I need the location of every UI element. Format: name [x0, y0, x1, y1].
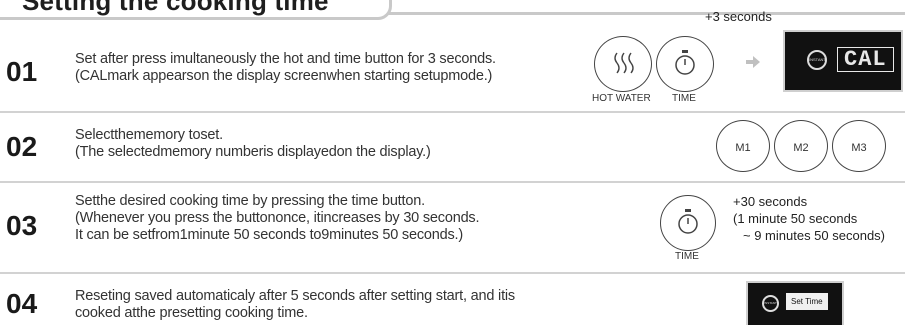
instant-badge-icon: INSTANT: [807, 50, 827, 70]
cal-display: INSTANT CAL: [783, 30, 903, 92]
step3-text: Setthe desired cooking time by pressing …: [75, 193, 480, 244]
step1-hint: +3 seconds: [705, 9, 772, 24]
row-divider-2: [0, 181, 905, 183]
memory-button-m1-label: M1: [735, 142, 751, 154]
set-time-display-text: Set Time: [786, 293, 828, 310]
step3-number: 03: [6, 210, 38, 241]
step1-text: Set after press imultaneously the hot an…: [75, 51, 496, 85]
row-divider-3: [0, 272, 905, 274]
hot-water-label: HOT WATER: [592, 93, 651, 104]
step3-line-3: It can be setfrom1minute 50 seconds to9m…: [75, 227, 463, 243]
stopwatch-icon: [673, 49, 697, 77]
memory-button-m1[interactable]: M1: [716, 120, 770, 172]
arrow-right-icon: [746, 56, 760, 68]
time-button[interactable]: [656, 36, 714, 92]
step4-line-1: Reseting saved automaticaly after 5 seco…: [75, 288, 515, 304]
section-title: Setting the cooking time: [22, 0, 329, 16]
row-divider-1: [0, 111, 905, 113]
step2-line-1: Selectthememory toset.: [75, 127, 223, 143]
hot-water-button[interactable]: [594, 36, 652, 92]
time-label: TIME: [672, 93, 696, 104]
time-label-step3: TIME: [675, 251, 699, 262]
memory-button-m3-label: M3: [851, 142, 867, 154]
step1-line-1: Set after press imultaneously the hot an…: [75, 51, 496, 67]
stopwatch-icon: [676, 208, 700, 236]
time-button-step3[interactable]: [660, 195, 716, 251]
steam-icon: [612, 51, 636, 77]
memory-button-m2-label: M2: [793, 142, 809, 154]
step2-number: 02: [6, 131, 38, 162]
step3-note-line-3: ~ 9 minutes 50 seconds): [743, 228, 885, 243]
step4-text: Reseting saved automaticaly after 5 seco…: [75, 288, 515, 322]
step3-line-2: (Whenever you press the buttononce, itin…: [75, 210, 480, 226]
memory-button-m3[interactable]: M3: [832, 120, 886, 172]
step4-number: 04: [6, 288, 38, 319]
step3-note-line-2: (1 minute 50 seconds: [733, 211, 858, 226]
step3-note: +30 seconds (1 minute 50 seconds ~ 9 min…: [733, 193, 885, 244]
step1-line-2: (CALmark appearson the display screenwhe…: [75, 68, 493, 84]
memory-button-m2[interactable]: M2: [774, 120, 828, 172]
instant-badge-icon: INSTANT: [762, 295, 779, 312]
set-time-display: INSTANT Set Time: [746, 281, 844, 325]
step1-number: 01: [6, 56, 38, 87]
step3-note-line-1: +30 seconds: [733, 194, 808, 209]
step4-line-2: cooked atthe presetting cooking time.: [75, 305, 308, 321]
step3-line-1: Setthe desired cooking time by pressing …: [75, 193, 425, 209]
step2-text: Selectthememory toset. (The selectedmemo…: [75, 127, 431, 161]
step2-line-2: (The selectedmemory numberis displayedon…: [75, 144, 431, 160]
cal-display-text: CAL: [837, 47, 894, 72]
